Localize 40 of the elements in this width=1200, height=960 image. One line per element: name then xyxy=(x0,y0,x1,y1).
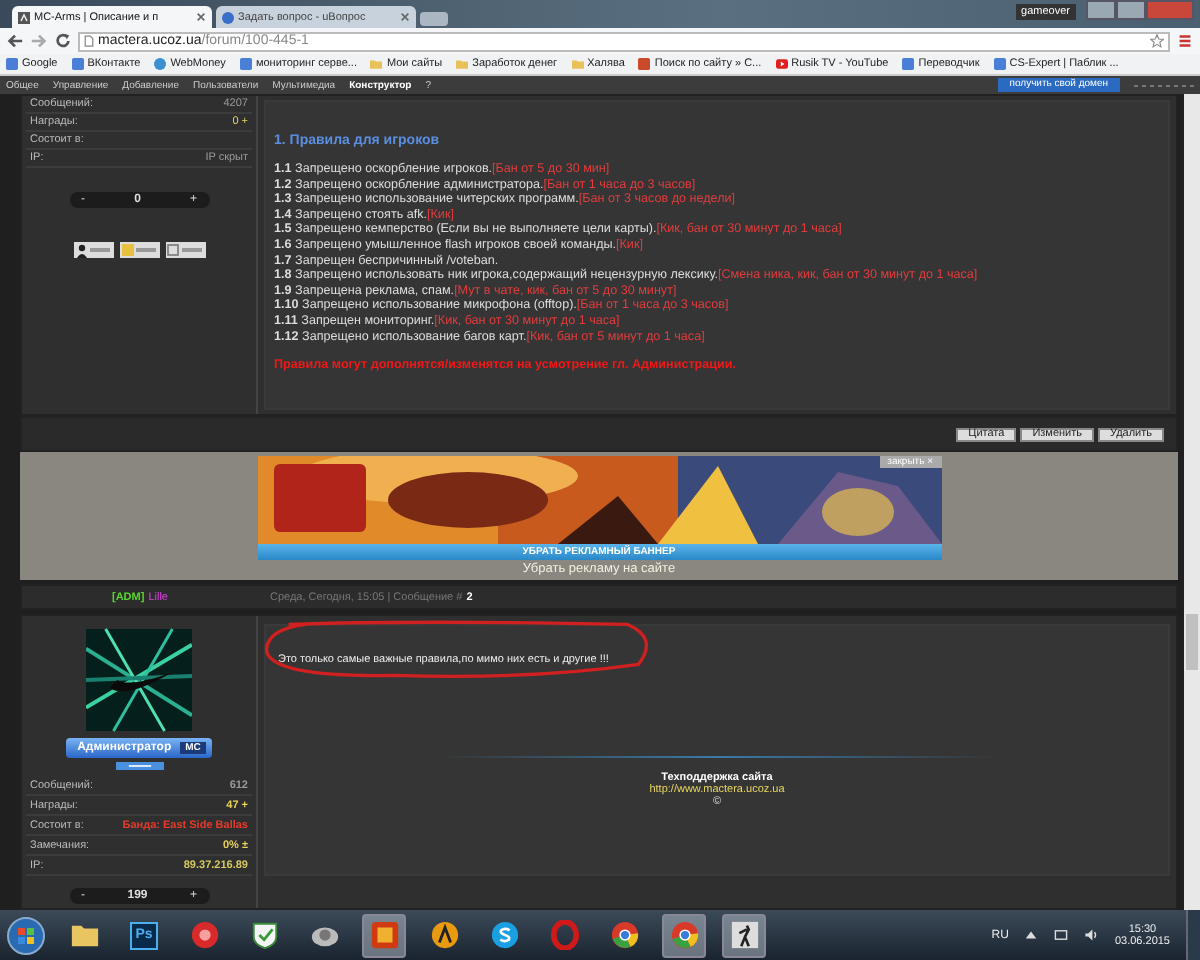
star-icon[interactable] xyxy=(1150,34,1164,48)
grip-icon[interactable] xyxy=(1134,79,1194,91)
play-icon xyxy=(775,58,788,70)
speaker-icon[interactable] xyxy=(1084,928,1099,942)
circle-icon xyxy=(222,11,234,23)
menu-icon[interactable] xyxy=(1176,32,1194,50)
close-icon[interactable] xyxy=(196,12,206,22)
reload-icon[interactable] xyxy=(54,32,72,50)
page-icon xyxy=(902,58,915,70)
maximize-button[interactable] xyxy=(1116,0,1146,20)
square-icon xyxy=(638,58,651,70)
back-icon[interactable] xyxy=(6,32,24,50)
scrollbar[interactable] xyxy=(1184,94,1200,910)
close-icon[interactable] xyxy=(400,12,410,22)
ring-icon xyxy=(549,920,579,950)
wheel-icon xyxy=(669,920,699,950)
folder-icon xyxy=(370,58,383,70)
caret-icon[interactable] xyxy=(1024,928,1039,942)
message-button[interactable] xyxy=(119,242,159,258)
profile-button[interactable] xyxy=(73,242,113,258)
taskbar-button[interactable] xyxy=(662,913,706,957)
taskbar-button[interactable] xyxy=(722,913,766,957)
email-button[interactable] xyxy=(165,242,205,258)
start-button[interactable] xyxy=(6,915,46,955)
disc-icon xyxy=(189,920,219,950)
page-icon xyxy=(239,58,252,70)
globe-icon xyxy=(154,58,167,70)
folder-icon xyxy=(69,920,99,950)
page-icon xyxy=(993,58,1006,70)
page-icon xyxy=(18,11,30,23)
figure-icon xyxy=(729,920,759,950)
network-icon[interactable] xyxy=(1054,928,1069,942)
page-icon xyxy=(6,58,18,70)
square-icon xyxy=(369,920,399,950)
wheel-icon xyxy=(609,920,639,950)
shield-icon xyxy=(249,920,279,950)
status-badge xyxy=(111,762,167,770)
minimize-button[interactable] xyxy=(1086,0,1116,20)
folder-icon xyxy=(571,58,584,70)
folder-icon xyxy=(456,58,469,70)
